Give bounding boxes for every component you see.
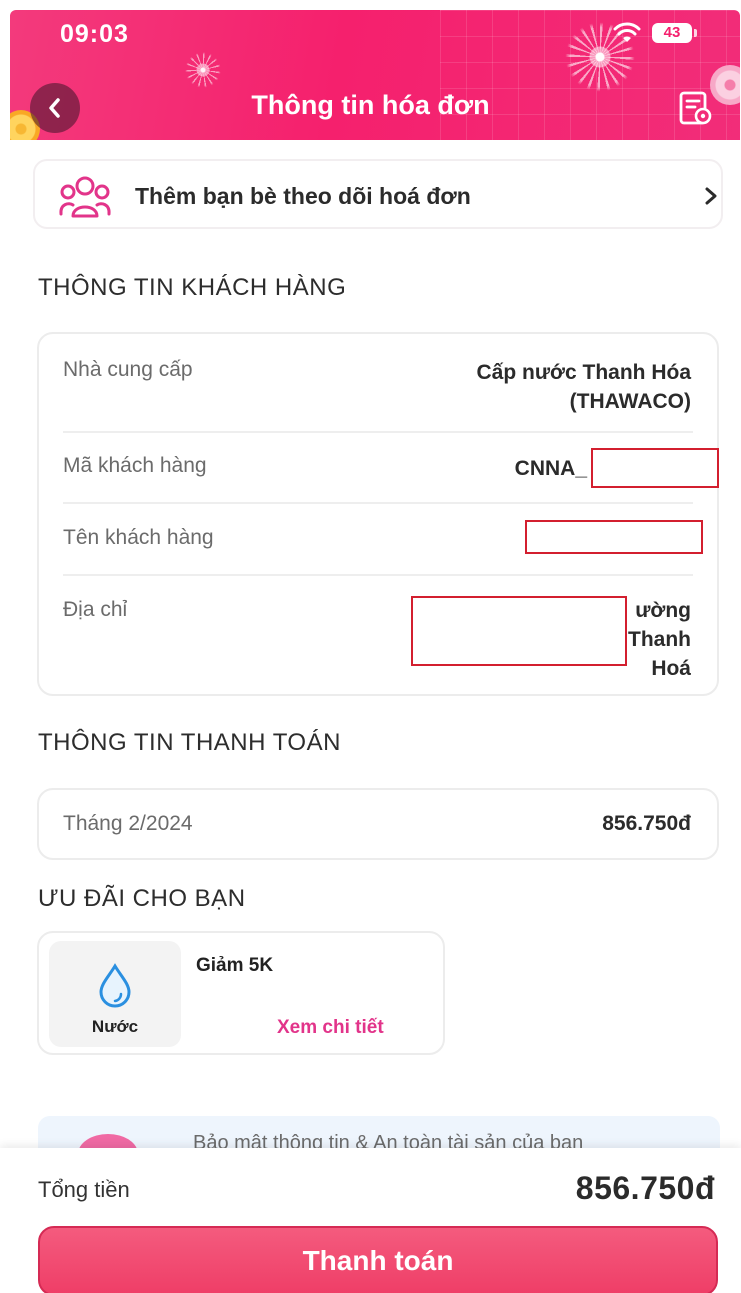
address-label: Địa chỉ: [63, 598, 128, 621]
divider: [63, 431, 693, 433]
address-value-line: Hoá: [651, 657, 691, 680]
wifi-icon: [613, 22, 641, 42]
view-details-link[interactable]: Xem chi tiết: [277, 1017, 384, 1039]
promo-title: Giảm 5K: [196, 955, 274, 976]
firework-decoration: [185, 52, 221, 88]
water-drop-icon: [99, 963, 131, 1008]
provider-value: Cấp nước Thanh Hóa (THAWACO): [477, 358, 691, 416]
pay-button[interactable]: Thanh toán: [38, 1226, 718, 1293]
redaction-box: [411, 596, 627, 666]
redaction-box: [525, 520, 703, 554]
chevron-right-icon: [705, 187, 717, 205]
total-label: Tổng tiền: [38, 1177, 130, 1202]
promo-thumbnail: Nước: [49, 941, 181, 1047]
provider-value-line: Cấp nước Thanh Hóa: [476, 361, 691, 384]
follow-label: Thêm bạn bè theo dõi hoá đơn: [135, 183, 471, 209]
address-value-line: Thanh: [628, 628, 691, 651]
payment-section-title: THÔNG TIN THANH TOÁN: [38, 729, 341, 756]
redaction-box: [591, 448, 719, 488]
billing-month: Tháng 2/2024: [63, 812, 193, 835]
customer-code-label: Mã khách hàng: [63, 454, 207, 477]
divider: [63, 502, 693, 504]
battery-indicator: 43: [652, 23, 697, 43]
add-friends-follow-invoice[interactable]: Thêm bạn bè theo dõi hoá đơn: [33, 159, 723, 229]
payment-period-card: Tháng 2/2024 856.750đ: [37, 788, 719, 860]
promo-card[interactable]: Nước Giảm 5K Xem chi tiết: [37, 931, 445, 1055]
address-value-line: ường: [635, 599, 691, 622]
status-time: 09:03: [60, 20, 129, 48]
provider-label: Nhà cung cấp: [63, 358, 193, 381]
customer-name-label: Tên khách hàng: [63, 526, 214, 549]
invoice-settings-icon[interactable]: [677, 90, 713, 126]
customer-code-value: CNNA_: [514, 457, 587, 480]
promo-thumb-label: Nước: [91, 1017, 139, 1036]
page-title: Thông tin hóa đơn: [251, 90, 490, 120]
promo-section-title: ƯU ĐÃI CHO BẠN: [38, 885, 246, 912]
people-group-icon: [59, 176, 111, 218]
customer-info-card: Nhà cung cấp Cấp nước Thanh Hóa (THAWACO…: [37, 332, 719, 696]
provider-value-line: (THAWACO): [569, 390, 691, 413]
billing-amount: 856.750đ: [602, 812, 691, 835]
divider: [63, 574, 693, 576]
customer-section-title: THÔNG TIN KHÁCH HÀNG: [38, 274, 347, 301]
total-amount: 856.750đ: [575, 1170, 715, 1206]
address-value: ường Thanh Hoá: [628, 596, 691, 683]
